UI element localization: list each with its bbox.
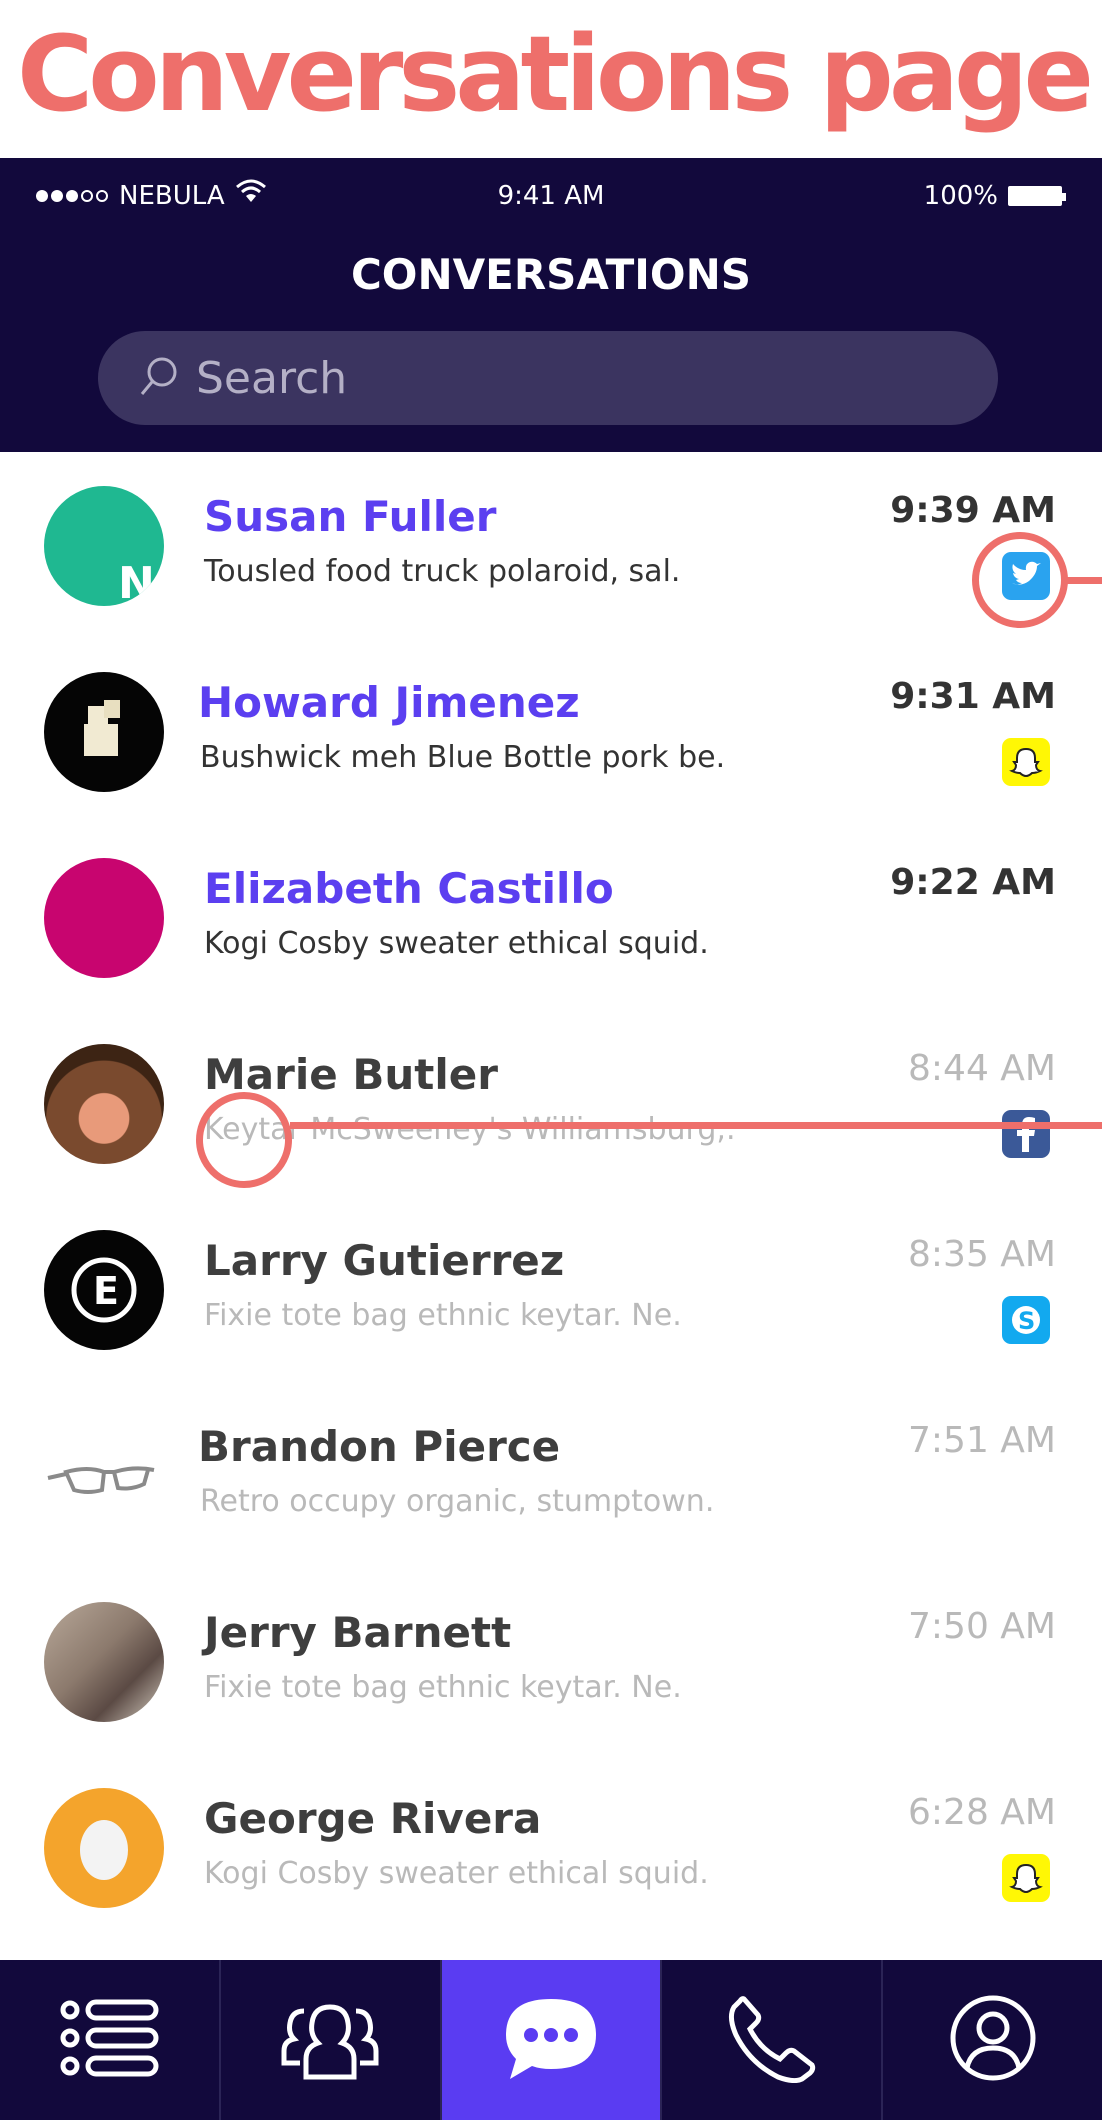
- contact-name: Elizabeth Castillo: [204, 864, 614, 913]
- search-input[interactable]: [196, 352, 896, 404]
- contact-name: Larry Gutierrez: [204, 1236, 565, 1285]
- conversation-row-brandon-pierce[interactable]: Brandon Pierce Retro occupy organic, stu…: [0, 1382, 1102, 1568]
- avatar: N: [44, 486, 164, 606]
- tab-profile[interactable]: [881, 1960, 1102, 2120]
- message-preview: Kogi Cosby sweater ethical squid.: [204, 1856, 709, 1891]
- message-time: 6:28 AM: [908, 1792, 1056, 1833]
- phone-screen: NEBULA 9:41 AM 100% CONVERSATIONS Search…: [0, 158, 1102, 2120]
- message-time: 8:44 AM: [908, 1048, 1056, 1089]
- message-time: 9:39 AM: [890, 490, 1056, 531]
- svg-text:N: N: [118, 558, 155, 606]
- contact-name: Brandon Pierce: [198, 1422, 561, 1471]
- avatar: [44, 1044, 164, 1164]
- message-preview: Kogi Cosby sweater ethical squid.: [204, 926, 709, 961]
- message-time: 7:51 AM: [908, 1420, 1056, 1461]
- annotation-pointer-line: [1066, 577, 1102, 584]
- avatar: [44, 1788, 164, 1908]
- page-title: CONVERSATIONS: [350, 250, 752, 299]
- conversation-row-marie-butler[interactable]: Marie Butler Keytar McSweeney's Williams…: [0, 1010, 1102, 1196]
- tab-conversations[interactable]: [439, 1960, 661, 2120]
- search-icon: [138, 354, 182, 402]
- annotation-pointer-line: [290, 1122, 1102, 1129]
- avatar: [44, 858, 164, 978]
- svg-text:E: E: [93, 1269, 119, 1313]
- avatar: [44, 1416, 164, 1536]
- facebook-icon: [1002, 1110, 1050, 1158]
- conversation-row-susan-fuller[interactable]: N Susan Fuller Tousled food truck polaro…: [0, 452, 1102, 638]
- snapchat-icon: [1002, 1854, 1050, 1902]
- list-icon: [54, 1993, 164, 2087]
- message-preview: Retro occupy organic, stumptown.: [200, 1484, 715, 1519]
- page-heading: Conversations page: [16, 13, 1094, 135]
- header: NEBULA 9:41 AM 100% CONVERSATIONS: [0, 158, 1102, 452]
- tab-menu[interactable]: [0, 1960, 219, 2120]
- snapchat-icon: [1002, 738, 1050, 786]
- message-preview: Bushwick meh Blue Bottle pork be.: [200, 740, 726, 775]
- profile-icon: [943, 1992, 1043, 2088]
- battery-icon: [1008, 186, 1066, 206]
- search-bar[interactable]: [98, 331, 998, 425]
- contact-name: Jerry Barnett: [204, 1608, 512, 1657]
- avatar: [44, 672, 164, 792]
- annotation-highlight-circle: [972, 532, 1068, 628]
- conversation-row-larry-gutierrez[interactable]: E Larry Gutierrez Fixie tote bag ethnic …: [0, 1196, 1102, 1382]
- tab-bar: [0, 1960, 1102, 2120]
- conversation-row-george-rivera[interactable]: George Rivera Kogi Cosby sweater ethical…: [0, 1754, 1102, 1940]
- message-preview: Fixie tote bag ethnic keytar. Ne.: [204, 1670, 682, 1705]
- message-time: 7:50 AM: [908, 1606, 1056, 1647]
- svg-text:S: S: [1018, 1307, 1035, 1335]
- chat-bubble-icon: [496, 1993, 606, 2087]
- contact-name: Susan Fuller: [204, 492, 497, 541]
- contact-name: George Rivera: [204, 1794, 542, 1843]
- message-time: 9:22 AM: [890, 862, 1056, 903]
- conversation-list: N Susan Fuller Tousled food truck polaro…: [0, 452, 1102, 1960]
- conversation-row-elizabeth-castillo[interactable]: Elizabeth Castillo Kogi Cosby sweater et…: [0, 824, 1102, 1010]
- message-time: 9:31 AM: [890, 676, 1056, 717]
- avatar: [44, 1602, 164, 1722]
- message-time: 8:35 AM: [908, 1234, 1056, 1275]
- annotation-highlight-circle: [196, 1092, 292, 1188]
- message-preview: Tousled food truck polaroid, sal.: [204, 554, 681, 589]
- battery-percentage: 100%: [923, 181, 998, 211]
- tab-contacts[interactable]: [218, 1960, 440, 2120]
- conversation-row-jerry-barnett[interactable]: Jerry Barnett Fixie tote bag ethnic keyt…: [0, 1568, 1102, 1754]
- phone-icon: [722, 1993, 822, 2087]
- contact-name: Howard Jimenez: [198, 678, 580, 727]
- message-preview: Fixie tote bag ethnic keytar. Ne.: [204, 1298, 682, 1333]
- tab-calls[interactable]: [660, 1960, 881, 2120]
- skype-icon: S: [1002, 1296, 1050, 1344]
- avatar: E: [44, 1230, 164, 1350]
- contacts-icon: [278, 1993, 382, 2087]
- conversation-row-howard-jimenez[interactable]: Howard Jimenez Bushwick meh Blue Bottle …: [0, 638, 1102, 824]
- status-bar-right: 100%: [923, 176, 1066, 216]
